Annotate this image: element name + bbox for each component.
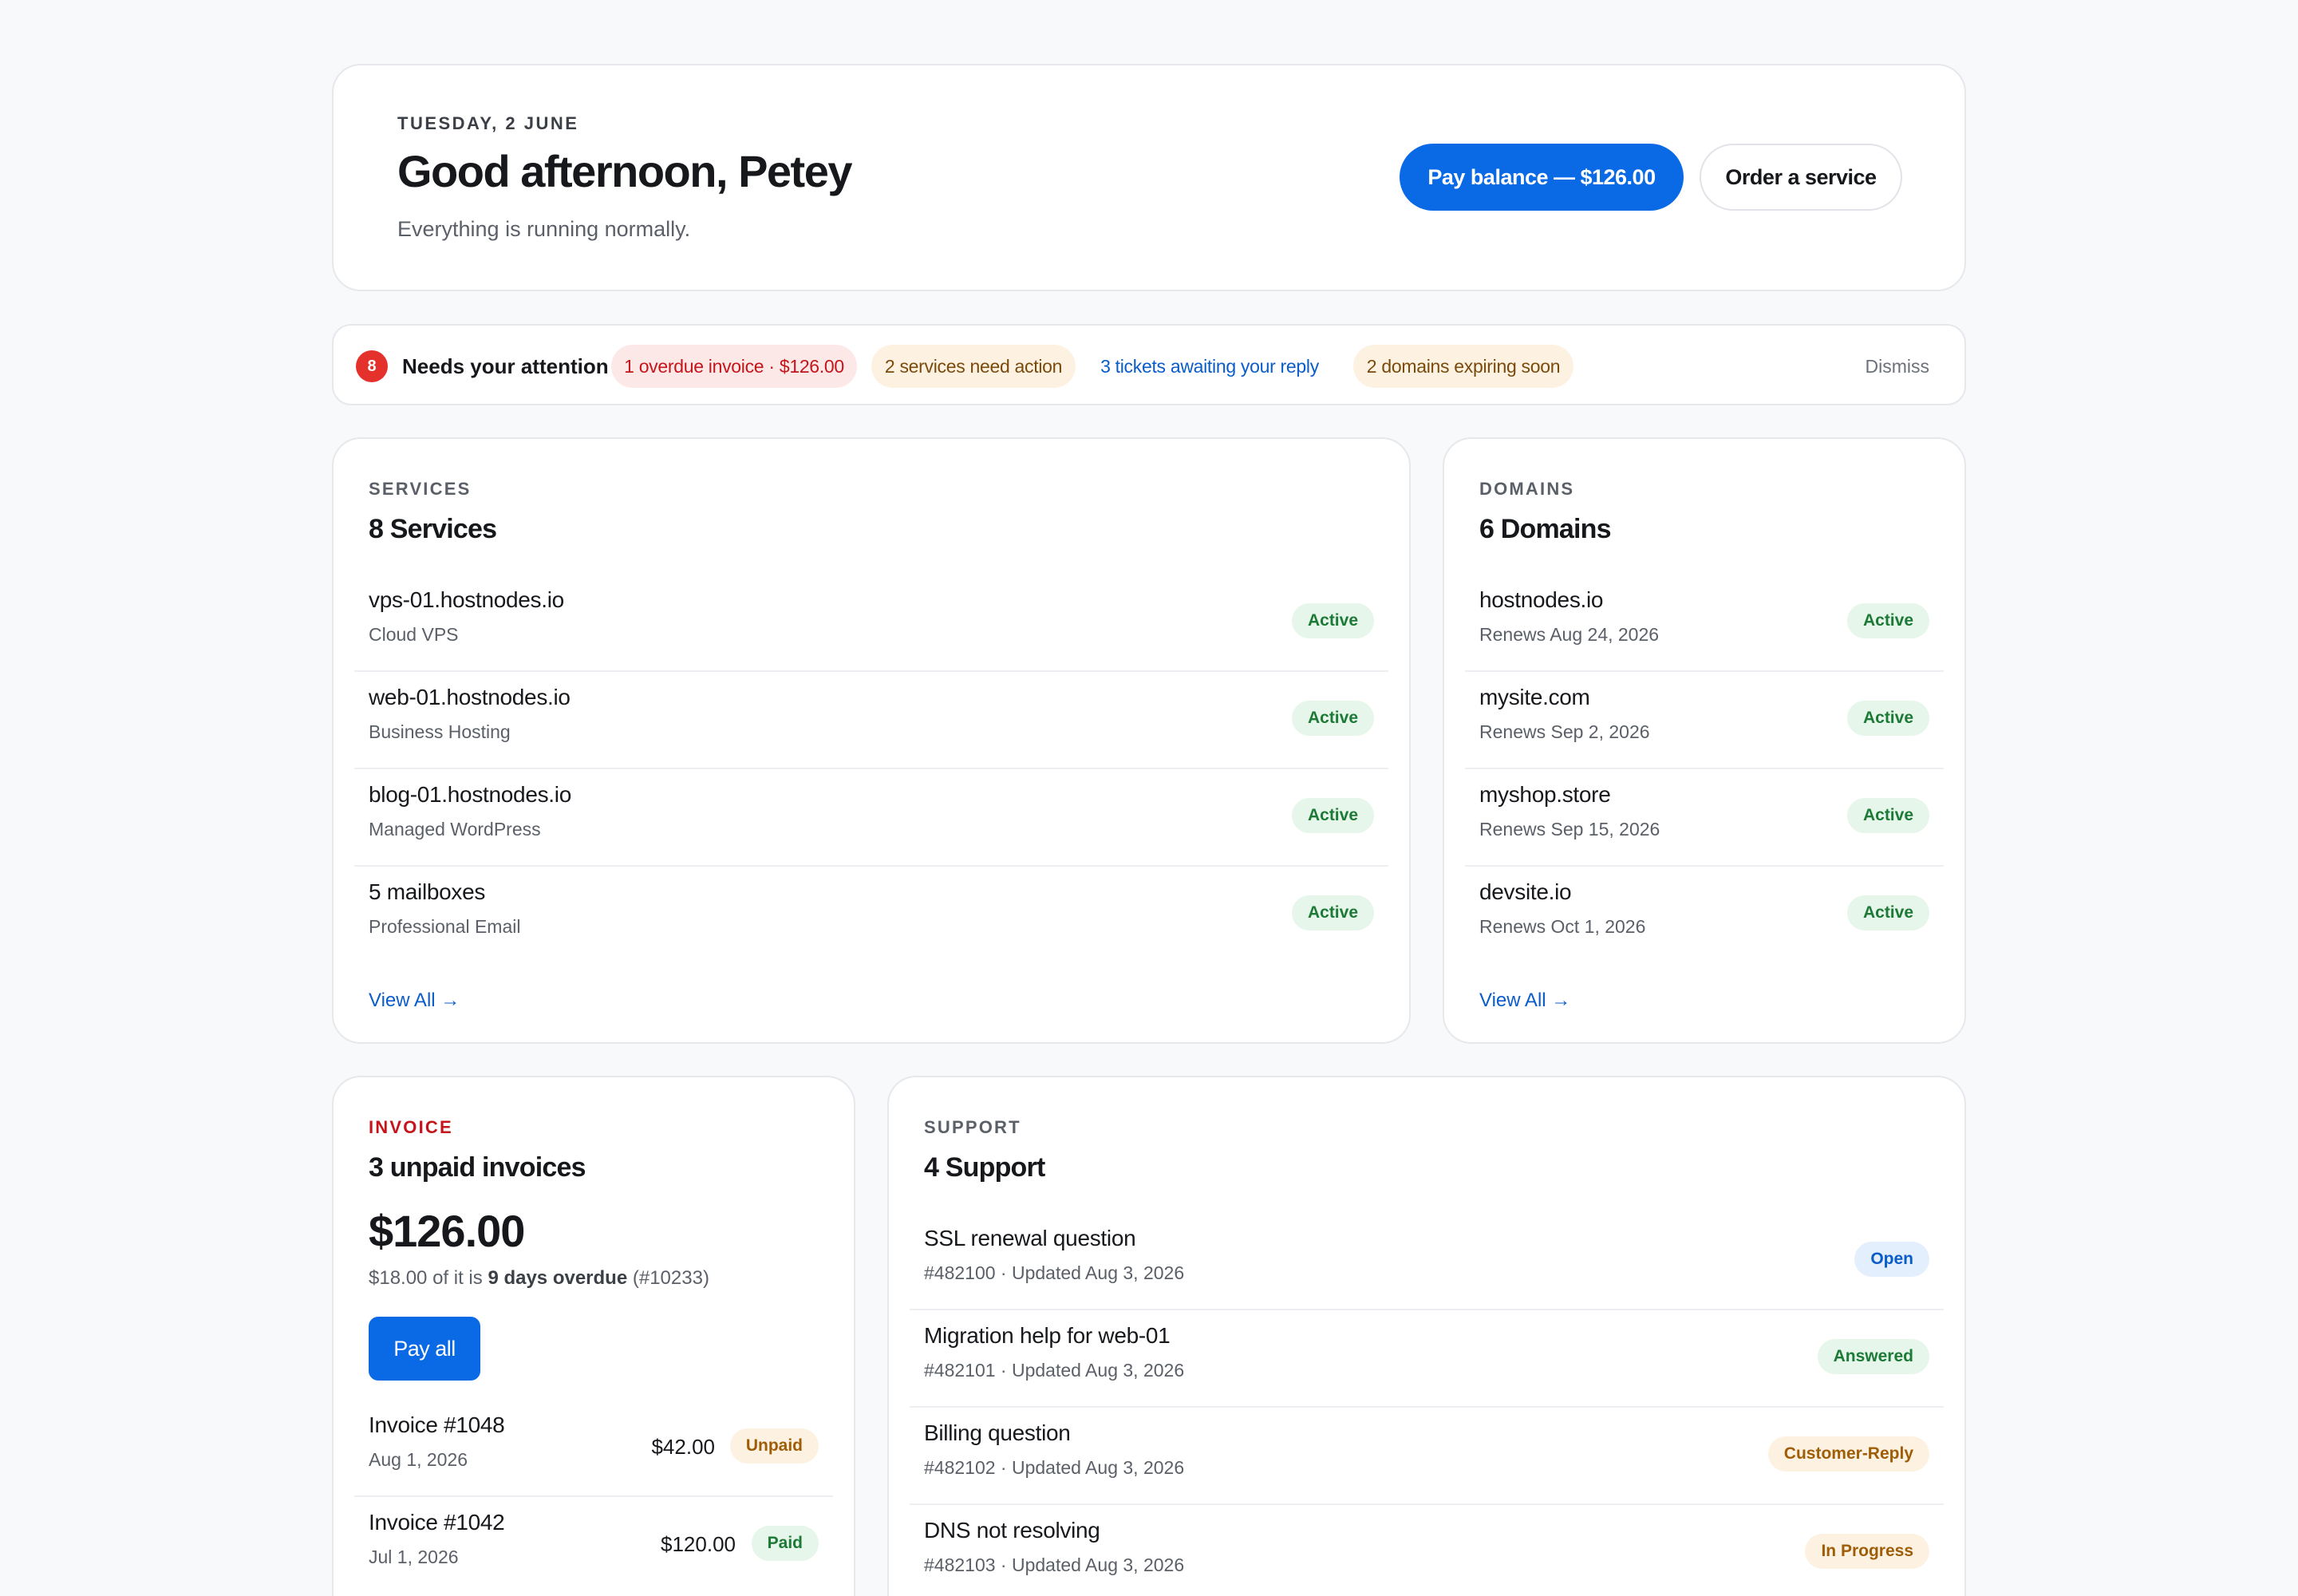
status-badge: Active <box>1846 895 1929 930</box>
services-view-all-link[interactable]: View All → <box>369 990 460 1012</box>
domain-renewal: Renews Sep 2, 2026 <box>1479 721 1650 742</box>
domain-renewal: Renews Aug 24, 2026 <box>1479 624 1660 645</box>
ticket-meta: #482100 · Updated Aug 3, 2026 <box>924 1262 1185 1283</box>
current-date: TUESDAY, 2 JUNE <box>397 113 579 133</box>
service-row[interactable]: blog-01.hostnodes.io Managed WordPress A… <box>354 769 1388 867</box>
ticket-list: SSL renewal question #482100 · Updated A… <box>910 1213 1944 1596</box>
domain-renewal: Renews Oct 1, 2026 <box>1479 916 1646 937</box>
status-badge: Paid <box>751 1526 819 1561</box>
invoice-amount: $120.00 <box>661 1532 736 1556</box>
service-name: 5 mailboxes <box>369 879 486 904</box>
invoice-card: INVOICE 3 unpaid invoices $126.00 $18.00… <box>332 1076 855 1596</box>
services-list: vps-01.hostnodes.io Cloud VPS Active web… <box>354 575 1388 964</box>
invoice-row[interactable]: Invoice #1042 Jul 1, 2026 $120.00 Paid <box>354 1497 833 1594</box>
ticket-meta: #482101 · Updated Aug 3, 2026 <box>924 1360 1185 1381</box>
dismiss-button[interactable]: Dismiss <box>1866 356 1930 377</box>
ticket-row[interactable]: DNS not resolving #482103 · Updated Aug … <box>910 1505 1944 1596</box>
ticket-subject: SSL renewal question <box>924 1226 1136 1250</box>
attention-count-badge: 8 <box>356 350 388 382</box>
status-badge: Active <box>1846 701 1929 736</box>
overdue-note: $18.00 of it is 9 days overdue (#10233) <box>369 1267 709 1290</box>
invoice-number: Invoice #1042 <box>369 1510 505 1535</box>
support-title: 4 Support <box>924 1152 1045 1183</box>
service-row[interactable]: web-01.hostnodes.io Business Hosting Act… <box>354 672 1388 769</box>
status-badge: Active <box>1291 701 1374 736</box>
status-badge: Answered <box>1817 1339 1929 1374</box>
ticket-subject: DNS not resolving <box>924 1518 1100 1543</box>
invoice-list: Invoice #1048 Aug 1, 2026 $42.00 Unpaid … <box>354 1400 833 1594</box>
invoice-title: 3 unpaid invoices <box>369 1152 586 1183</box>
domain-renewal: Renews Sep 15, 2026 <box>1479 819 1660 839</box>
ticket-row[interactable]: Billing question #482102 · Updated Aug 3… <box>910 1408 1944 1505</box>
service-type: Cloud VPS <box>369 624 459 645</box>
domain-name: hostnodes.io <box>1479 587 1604 612</box>
service-type: Managed WordPress <box>369 819 541 839</box>
overdue-note-prefix: $18.00 of it is <box>369 1267 483 1289</box>
support-section-label: SUPPORT <box>924 1117 1021 1137</box>
status-badge: Active <box>1291 798 1374 833</box>
services-action-chip[interactable]: 2 services need action <box>871 345 1076 388</box>
domains-card: DOMAINS 6 Domains hostnodes.io Renews Au… <box>1443 437 1966 1044</box>
attention-bar: 8 Needs your attention 1 overdue invoice… <box>332 324 1966 405</box>
overdue-invoice-chip[interactable]: 1 overdue invoice · $126.00 <box>611 345 857 388</box>
service-row[interactable]: vps-01.hostnodes.io Cloud VPS Active <box>354 575 1388 672</box>
domain-name: devsite.io <box>1479 879 1572 904</box>
status-badge: Open <box>1854 1242 1929 1277</box>
domains-title: 6 Domains <box>1479 514 1612 544</box>
invoice-number: Invoice #1048 <box>369 1412 505 1437</box>
service-type: Professional Email <box>369 916 521 937</box>
service-name: blog-01.hostnodes.io <box>369 782 571 807</box>
domain-name: mysite.com <box>1479 685 1590 709</box>
ticket-subject: Billing question <box>924 1420 1071 1445</box>
support-card: SUPPORT 4 Support SSL renewal question #… <box>887 1076 1966 1596</box>
domains-list: hostnodes.io Renews Aug 24, 2026 Active … <box>1465 575 1944 964</box>
status-badge: Active <box>1291 895 1374 930</box>
domain-name: myshop.store <box>1479 782 1611 807</box>
overdue-days: 9 days overdue <box>488 1267 628 1289</box>
services-card: SERVICES 8 Services vps-01.hostnodes.io … <box>332 437 1411 1044</box>
greeting-title: Good afternoon, Petey <box>397 146 853 196</box>
welcome-card: TUESDAY, 2 JUNE Good afternoon, Petey Ev… <box>332 64 1966 291</box>
status-badge: Active <box>1846 798 1929 833</box>
dashboard-page: TUESDAY, 2 JUNE Good afternoon, Petey Ev… <box>0 0 2298 1596</box>
service-row[interactable]: 5 mailboxes Professional Email Active <box>354 867 1388 964</box>
status-badge: Active <box>1291 603 1374 638</box>
service-type: Business Hosting <box>369 721 511 742</box>
ticket-row[interactable]: Migration help for web-01 #482101 · Upda… <box>910 1310 1944 1408</box>
status-badge: In Progress <box>1805 1534 1929 1569</box>
invoice-date: Aug 1, 2026 <box>369 1449 468 1470</box>
pay-all-button[interactable]: Pay all <box>369 1317 480 1381</box>
status-badge: Unpaid <box>729 1428 819 1464</box>
domains-view-all-link[interactable]: View All → <box>1479 990 1570 1012</box>
attention-title: Needs your attention <box>402 354 609 378</box>
ticket-subject: Migration help for web-01 <box>924 1323 1171 1348</box>
unpaid-total: $126.00 <box>369 1206 525 1256</box>
invoice-section-label: INVOICE <box>369 1117 453 1137</box>
order-service-button[interactable]: Order a service <box>1700 144 1902 211</box>
pay-balance-button[interactable]: Pay balance — $126.00 <box>1400 144 1684 211</box>
service-name: vps-01.hostnodes.io <box>369 587 564 612</box>
invoice-row[interactable]: Invoice #1048 Aug 1, 2026 $42.00 Unpaid <box>354 1400 833 1497</box>
ticket-meta: #482102 · Updated Aug 3, 2026 <box>924 1457 1185 1478</box>
domain-row[interactable]: myshop.store Renews Sep 15, 2026 Active <box>1465 769 1944 867</box>
service-name: web-01.hostnodes.io <box>369 685 571 709</box>
status-badge: Customer-Reply <box>1767 1436 1929 1472</box>
domains-section-label: DOMAINS <box>1479 479 1575 499</box>
ticket-meta: #482103 · Updated Aug 3, 2026 <box>924 1555 1185 1575</box>
overdue-invoice-ref: (#10233) <box>632 1267 709 1289</box>
status-badge: Active <box>1846 603 1929 638</box>
services-title: 8 Services <box>369 514 497 544</box>
domain-row[interactable]: devsite.io Renews Oct 1, 2026 Active <box>1465 867 1944 964</box>
services-section-label: SERVICES <box>369 479 472 499</box>
invoice-amount: $42.00 <box>651 1435 715 1459</box>
tickets-awaiting-chip[interactable]: 3 tickets awaiting your reply <box>1090 345 1329 388</box>
invoice-date: Jul 1, 2026 <box>369 1547 459 1567</box>
domain-row[interactable]: mysite.com Renews Sep 2, 2026 Active <box>1465 672 1944 769</box>
domain-row[interactable]: hostnodes.io Renews Aug 24, 2026 Active <box>1465 575 1944 672</box>
system-status-text: Everything is running normally. <box>397 217 691 241</box>
domains-expiring-chip[interactable]: 2 domains expiring soon <box>1353 345 1573 388</box>
ticket-row[interactable]: SSL renewal question #482100 · Updated A… <box>910 1213 1944 1310</box>
